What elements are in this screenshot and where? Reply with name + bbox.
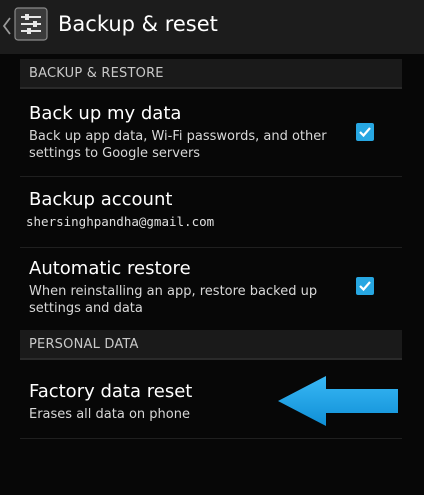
section-header-label: BACKUP & RESTORE bbox=[29, 66, 164, 81]
settings-screen: Backup & reset BACKUP & RESTORE Back up … bbox=[0, 0, 424, 495]
pref-title: Back up my data bbox=[29, 103, 182, 124]
settings-sliders-icon[interactable] bbox=[14, 7, 48, 41]
backup-data-checkbox[interactable] bbox=[356, 123, 374, 141]
section-header-backup-restore: BACKUP & RESTORE bbox=[20, 59, 402, 89]
divider bbox=[20, 247, 402, 248]
chevron-left-icon[interactable] bbox=[2, 16, 12, 36]
pref-backup-my-data[interactable]: Back up my data Back up app data, Wi-Fi … bbox=[20, 100, 402, 170]
checkmark-icon bbox=[359, 281, 371, 292]
account-email: shersinghpandha@gmail.com bbox=[26, 214, 215, 229]
action-bar: Backup & reset bbox=[0, 0, 424, 54]
pref-title: Factory data reset bbox=[29, 381, 193, 402]
pref-automatic-restore[interactable]: Automatic restore When reinstalling an a… bbox=[20, 254, 402, 322]
arrow-left-icon bbox=[278, 376, 398, 426]
pref-summary: When reinstalling an app, restore backed… bbox=[29, 284, 318, 316]
pref-summary: Back up app data, Wi-Fi passwords, and o… bbox=[29, 129, 327, 161]
checkmark-icon bbox=[359, 127, 371, 138]
pref-backup-account[interactable]: Backup account shersinghpandha@gmail.com bbox=[20, 185, 402, 243]
pref-title: Backup account bbox=[29, 189, 173, 210]
section-header-personal-data: PERSONAL DATA bbox=[20, 330, 402, 360]
automatic-restore-checkbox[interactable] bbox=[356, 277, 374, 295]
pref-title: Automatic restore bbox=[29, 258, 191, 279]
divider bbox=[20, 176, 402, 177]
page-title: Backup & reset bbox=[58, 12, 218, 36]
section-header-label: PERSONAL DATA bbox=[29, 337, 139, 352]
divider bbox=[20, 438, 402, 439]
